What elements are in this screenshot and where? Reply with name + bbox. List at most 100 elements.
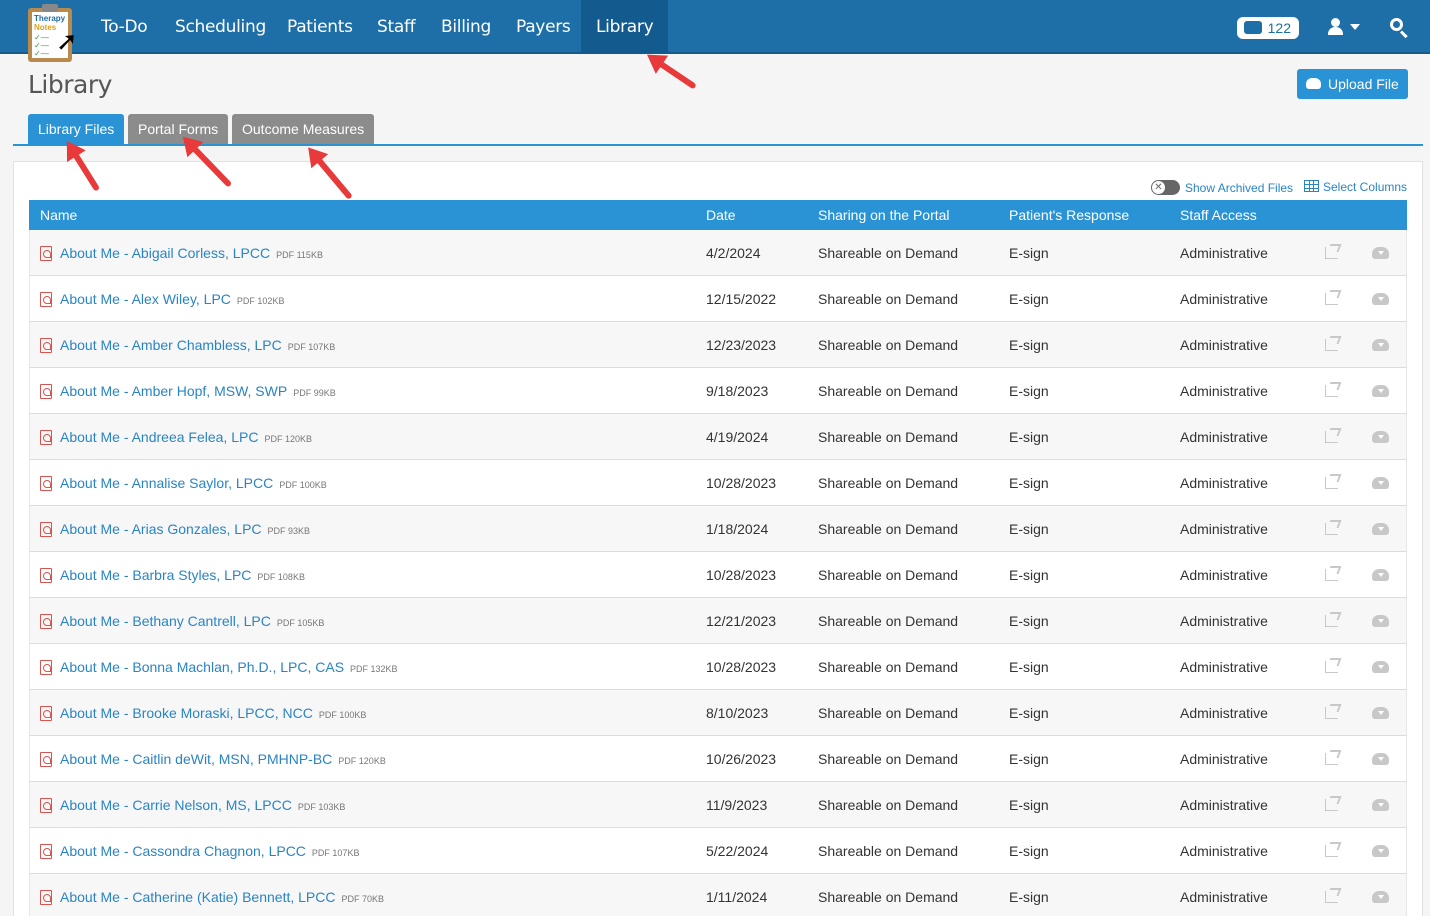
file-name[interactable]: About Me - Bonna Machlan, Ph.D., LPC, CA…	[60, 659, 344, 675]
search-button[interactable]	[1389, 17, 1411, 39]
file-link[interactable]: About Me - Amber Hopf, MSW, SWP PDF 99KB	[60, 368, 336, 416]
nav-scheduling[interactable]: Scheduling	[160, 0, 281, 54]
cloud-download-icon[interactable]	[1372, 845, 1389, 857]
share-icon[interactable]	[1325, 247, 1338, 259]
share-icon[interactable]	[1325, 293, 1338, 305]
cloud-download-icon[interactable]	[1372, 431, 1389, 443]
file-name[interactable]: About Me - Barbra Styles, LPC	[60, 567, 251, 583]
user-menu[interactable]	[1326, 16, 1366, 38]
file-meta: PDF 107KB	[287, 342, 336, 352]
file-name[interactable]: About Me - Caitlin deWit, MSN, PMHNP-BC	[60, 751, 332, 767]
pdf-file-icon	[40, 614, 52, 629]
nav-payers[interactable]: Payers	[501, 0, 585, 54]
file-meta: PDF 105KB	[276, 618, 325, 628]
cloud-download-icon[interactable]	[1372, 799, 1389, 811]
cloud-download-icon[interactable]	[1372, 661, 1389, 673]
messages-badge[interactable]: 122	[1237, 17, 1299, 39]
nav-billing[interactable]: Billing	[426, 0, 506, 54]
cloud-download-icon[interactable]	[1372, 891, 1389, 903]
logo-text-notes: Notes	[34, 23, 57, 32]
share-icon[interactable]	[1325, 753, 1338, 765]
file-link[interactable]: About Me - Andreea Felea, LPC PDF 120KB	[60, 414, 312, 462]
file-link[interactable]: About Me - Catherine (Katie) Bennett, LP…	[60, 874, 384, 916]
select-columns-link[interactable]: Select Columns	[1323, 180, 1407, 194]
file-response: E-sign	[1009, 613, 1049, 629]
cloud-download-icon[interactable]	[1372, 339, 1389, 351]
table-columns-icon[interactable]	[1304, 180, 1319, 192]
table-row: About Me - Abigail Corless, LPCC PDF 115K…	[29, 230, 1407, 276]
file-link[interactable]: About Me - Bethany Cantrell, LPC PDF 105K…	[60, 598, 324, 646]
file-name[interactable]: About Me - Arias Gonzales, LPC	[60, 521, 262, 537]
cloud-download-icon[interactable]	[1372, 523, 1389, 535]
file-name[interactable]: About Me - Carrie Nelson, MS, LPCC	[60, 797, 292, 813]
pdf-file-icon	[40, 660, 52, 675]
file-link[interactable]: About Me - Bonna Machlan, Ph.D., LPC, CA…	[60, 644, 398, 692]
file-link[interactable]: About Me - Carrie Nelson, MS, LPCC PDF 10…	[60, 782, 345, 830]
caret-down-icon	[1350, 24, 1360, 30]
file-staff-access: Administrative	[1180, 521, 1268, 537]
file-link[interactable]: About Me - Brooke Moraski, LPCC, NCC PDF …	[60, 690, 366, 738]
cloud-download-icon[interactable]	[1372, 569, 1389, 581]
cloud-download-icon[interactable]	[1372, 293, 1389, 305]
file-link[interactable]: About Me - Abigail Corless, LPCC PDF 115K…	[60, 230, 323, 278]
file-date: 1/11/2024	[706, 889, 768, 905]
nav-patients[interactable]: Patients	[272, 0, 368, 54]
file-name[interactable]: About Me - Amber Hopf, MSW, SWP	[60, 383, 287, 399]
file-name[interactable]: About Me - Andreea Felea, LPC	[60, 429, 258, 445]
cloud-download-icon[interactable]	[1372, 753, 1389, 765]
cloud-download-icon[interactable]	[1372, 385, 1389, 397]
nav-staff[interactable]: Staff	[362, 0, 430, 54]
pdf-file-icon	[40, 890, 52, 905]
share-icon[interactable]	[1325, 523, 1338, 535]
share-icon[interactable]	[1325, 385, 1338, 397]
cloud-download-icon[interactable]	[1372, 707, 1389, 719]
file-staff-access: Administrative	[1180, 751, 1268, 767]
annotation-arrow-library	[650, 55, 697, 90]
file-name[interactable]: About Me - Brooke Moraski, LPCC, NCC	[60, 705, 313, 721]
file-name[interactable]: About Me - Catherine (Katie) Bennett, LP…	[60, 889, 335, 905]
file-meta: PDF 120KB	[264, 434, 312, 444]
app-logo[interactable]: Therapy Notes ✓— ✓— ✓— ➚	[28, 4, 78, 62]
header-response[interactable]: Patient's Response	[1009, 200, 1129, 230]
tabs-underline	[13, 144, 1423, 146]
show-archived-label[interactable]: Show Archived Files	[1185, 181, 1293, 195]
share-icon[interactable]	[1325, 799, 1338, 811]
share-icon[interactable]	[1325, 845, 1338, 857]
file-date: 10/28/2023	[706, 475, 777, 491]
share-icon[interactable]	[1325, 339, 1338, 351]
cloud-download-icon[interactable]	[1372, 247, 1389, 259]
tab-outcome-measures[interactable]: Outcome Measures	[232, 114, 375, 144]
file-link[interactable]: About Me - Barbra Styles, LPC PDF 108KB	[60, 552, 305, 600]
nav-library[interactable]: Library	[581, 0, 669, 54]
file-name[interactable]: About Me - Amber Chambless, LPC	[60, 337, 282, 353]
share-icon[interactable]	[1325, 661, 1338, 673]
cloud-download-icon[interactable]	[1372, 477, 1389, 489]
share-icon[interactable]	[1325, 477, 1338, 489]
file-response: E-sign	[1009, 521, 1049, 537]
file-link[interactable]: About Me - Cassondra Chagnon, LPCC PDF 10…	[60, 828, 359, 876]
file-link[interactable]: About Me - Caitlin deWit, MSN, PMHNP-BC P…	[60, 736, 386, 784]
file-name[interactable]: About Me - Bethany Cantrell, LPC	[60, 613, 271, 629]
share-icon[interactable]	[1325, 569, 1338, 581]
nav-todo[interactable]: To-Do	[86, 0, 162, 54]
header-date[interactable]: Date	[706, 200, 736, 230]
share-icon[interactable]	[1325, 707, 1338, 719]
file-link[interactable]: About Me - Annalise Saylor, LPCC PDF 100K…	[60, 460, 327, 508]
file-name[interactable]: About Me - Alex Wiley, LPC	[60, 291, 231, 307]
header-name[interactable]: Name	[40, 200, 77, 230]
file-link[interactable]: About Me - Arias Gonzales, LPC PDF 93KB	[60, 506, 310, 554]
upload-file-button[interactable]: Upload File	[1297, 69, 1408, 99]
cloud-download-icon[interactable]	[1372, 615, 1389, 627]
header-staff-access[interactable]: Staff Access	[1180, 200, 1257, 230]
archived-toggle[interactable]: ✕	[1151, 180, 1180, 195]
file-name[interactable]: About Me - Abigail Corless, LPCC	[60, 245, 270, 261]
header-sharing[interactable]: Sharing on the Portal	[818, 200, 950, 230]
share-icon[interactable]	[1325, 431, 1338, 443]
file-link[interactable]: About Me - Alex Wiley, LPC PDF 102KB	[60, 276, 284, 324]
file-name[interactable]: About Me - Cassondra Chagnon, LPCC	[60, 843, 306, 859]
file-link[interactable]: About Me - Amber Chambless, LPC PDF 107KB	[60, 322, 335, 370]
file-staff-access: Administrative	[1180, 843, 1268, 859]
share-icon[interactable]	[1325, 891, 1338, 903]
share-icon[interactable]	[1325, 615, 1338, 627]
file-name[interactable]: About Me - Annalise Saylor, LPCC	[60, 475, 273, 491]
